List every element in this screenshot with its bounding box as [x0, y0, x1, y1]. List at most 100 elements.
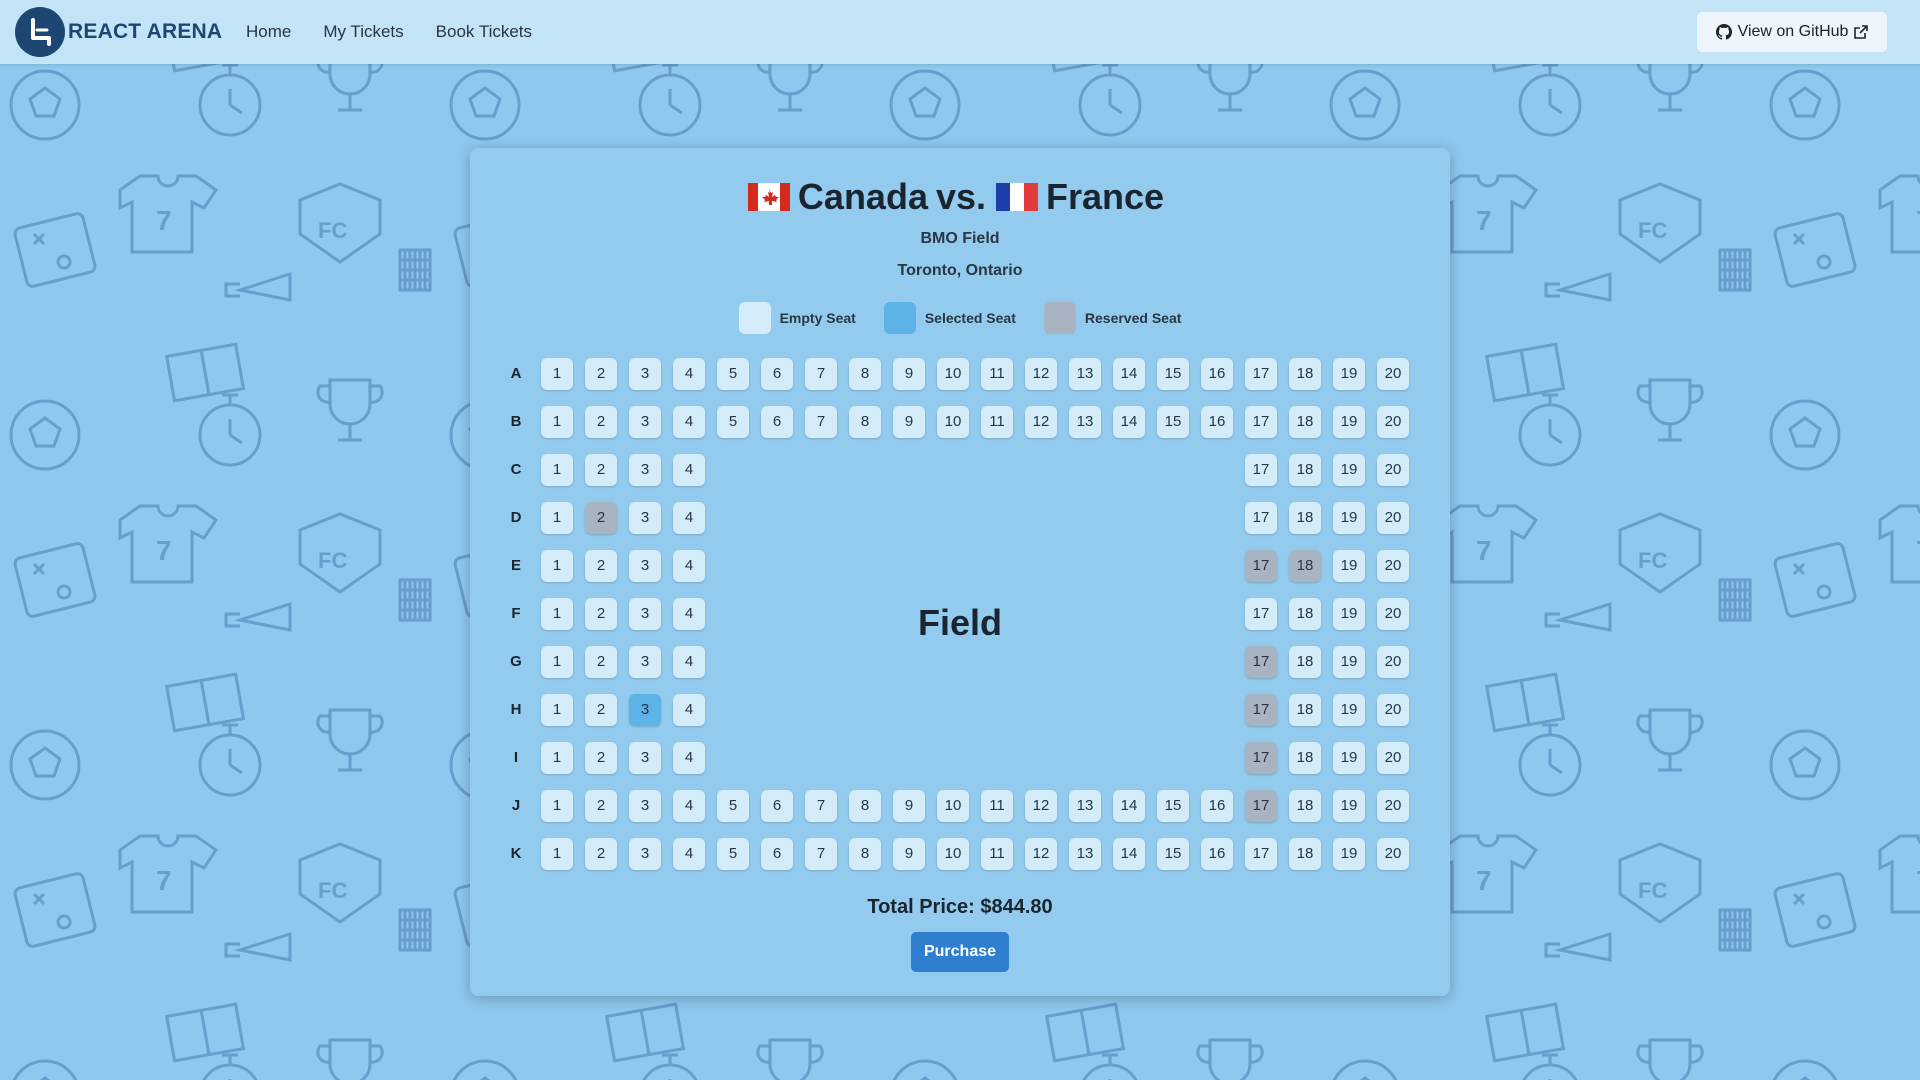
seat-I2[interactable]: 2: [585, 742, 617, 774]
seat-K1[interactable]: 1: [541, 838, 573, 870]
seat-H19[interactable]: 19: [1333, 694, 1365, 726]
seat-I18[interactable]: 18: [1289, 742, 1321, 774]
seat-K12[interactable]: 12: [1025, 838, 1057, 870]
seat-C2[interactable]: 2: [585, 454, 617, 486]
purchase-button[interactable]: Purchase: [911, 932, 1009, 972]
seat-D1[interactable]: 1: [541, 502, 573, 534]
seat-B4[interactable]: 4: [673, 406, 705, 438]
seat-K6[interactable]: 6: [761, 838, 793, 870]
seat-G1[interactable]: 1: [541, 646, 573, 678]
seat-F19[interactable]: 19: [1333, 598, 1365, 630]
seat-J12[interactable]: 12: [1025, 790, 1057, 822]
seat-G20[interactable]: 20: [1377, 646, 1409, 678]
seat-K4[interactable]: 4: [673, 838, 705, 870]
seat-K10[interactable]: 10: [937, 838, 969, 870]
seat-K13[interactable]: 13: [1069, 838, 1101, 870]
seat-J9[interactable]: 9: [893, 790, 925, 822]
seat-A9[interactable]: 9: [893, 358, 925, 390]
seat-J19[interactable]: 19: [1333, 790, 1365, 822]
seat-E20[interactable]: 20: [1377, 550, 1409, 582]
seat-C18[interactable]: 18: [1289, 454, 1321, 486]
seat-E2[interactable]: 2: [585, 550, 617, 582]
seat-J13[interactable]: 13: [1069, 790, 1101, 822]
seat-H1[interactable]: 1: [541, 694, 573, 726]
app-logo[interactable]: REACT ARENA: [15, 7, 222, 57]
seat-D20[interactable]: 20: [1377, 502, 1409, 534]
seat-C19[interactable]: 19: [1333, 454, 1365, 486]
seat-A11[interactable]: 11: [981, 358, 1013, 390]
nav-home-link[interactable]: Home: [246, 22, 291, 42]
seat-H2[interactable]: 2: [585, 694, 617, 726]
seat-A3[interactable]: 3: [629, 358, 661, 390]
seat-B17[interactable]: 17: [1245, 406, 1277, 438]
seat-J2[interactable]: 2: [585, 790, 617, 822]
seat-H4[interactable]: 4: [673, 694, 705, 726]
seat-J14[interactable]: 14: [1113, 790, 1145, 822]
seat-D18[interactable]: 18: [1289, 502, 1321, 534]
seat-J18[interactable]: 18: [1289, 790, 1321, 822]
seat-B8[interactable]: 8: [849, 406, 881, 438]
seat-K11[interactable]: 11: [981, 838, 1013, 870]
seat-J16[interactable]: 16: [1201, 790, 1233, 822]
seat-A8[interactable]: 8: [849, 358, 881, 390]
seat-I4[interactable]: 4: [673, 742, 705, 774]
seat-A17[interactable]: 17: [1245, 358, 1277, 390]
seat-B1[interactable]: 1: [541, 406, 573, 438]
nav-my-tickets-link[interactable]: My Tickets: [323, 22, 403, 42]
seat-J6[interactable]: 6: [761, 790, 793, 822]
seat-J5[interactable]: 5: [717, 790, 749, 822]
seat-C20[interactable]: 20: [1377, 454, 1409, 486]
seat-B2[interactable]: 2: [585, 406, 617, 438]
seat-F4[interactable]: 4: [673, 598, 705, 630]
seat-A7[interactable]: 7: [805, 358, 837, 390]
seat-F3[interactable]: 3: [629, 598, 661, 630]
seat-H20[interactable]: 20: [1377, 694, 1409, 726]
seat-A12[interactable]: 12: [1025, 358, 1057, 390]
seat-G2[interactable]: 2: [585, 646, 617, 678]
seat-K9[interactable]: 9: [893, 838, 925, 870]
seat-G4[interactable]: 4: [673, 646, 705, 678]
seat-E1[interactable]: 1: [541, 550, 573, 582]
seat-E4[interactable]: 4: [673, 550, 705, 582]
seat-B10[interactable]: 10: [937, 406, 969, 438]
seat-K7[interactable]: 7: [805, 838, 837, 870]
seat-A19[interactable]: 19: [1333, 358, 1365, 390]
seat-K5[interactable]: 5: [717, 838, 749, 870]
seat-F20[interactable]: 20: [1377, 598, 1409, 630]
seat-D4[interactable]: 4: [673, 502, 705, 534]
seat-B20[interactable]: 20: [1377, 406, 1409, 438]
seat-B6[interactable]: 6: [761, 406, 793, 438]
seat-K14[interactable]: 14: [1113, 838, 1145, 870]
seat-K2[interactable]: 2: [585, 838, 617, 870]
seat-I20[interactable]: 20: [1377, 742, 1409, 774]
seat-G18[interactable]: 18: [1289, 646, 1321, 678]
seat-A15[interactable]: 15: [1157, 358, 1189, 390]
seat-F17[interactable]: 17: [1245, 598, 1277, 630]
seat-K20[interactable]: 20: [1377, 838, 1409, 870]
seat-F1[interactable]: 1: [541, 598, 573, 630]
seat-C17[interactable]: 17: [1245, 454, 1277, 486]
seat-J1[interactable]: 1: [541, 790, 573, 822]
seat-J15[interactable]: 15: [1157, 790, 1189, 822]
seat-E19[interactable]: 19: [1333, 550, 1365, 582]
seat-B7[interactable]: 7: [805, 406, 837, 438]
seat-K17[interactable]: 17: [1245, 838, 1277, 870]
seat-H3[interactable]: 3: [629, 694, 661, 726]
seat-K16[interactable]: 16: [1201, 838, 1233, 870]
seat-A4[interactable]: 4: [673, 358, 705, 390]
view-on-github-button[interactable]: View on GitHub: [1697, 12, 1887, 52]
seat-B11[interactable]: 11: [981, 406, 1013, 438]
seat-A5[interactable]: 5: [717, 358, 749, 390]
seat-I3[interactable]: 3: [629, 742, 661, 774]
seat-B13[interactable]: 13: [1069, 406, 1101, 438]
seat-K19[interactable]: 19: [1333, 838, 1365, 870]
seat-B12[interactable]: 12: [1025, 406, 1057, 438]
seat-K18[interactable]: 18: [1289, 838, 1321, 870]
seat-B9[interactable]: 9: [893, 406, 925, 438]
seat-J11[interactable]: 11: [981, 790, 1013, 822]
seat-B3[interactable]: 3: [629, 406, 661, 438]
seat-A20[interactable]: 20: [1377, 358, 1409, 390]
seat-A13[interactable]: 13: [1069, 358, 1101, 390]
seat-J7[interactable]: 7: [805, 790, 837, 822]
seat-B14[interactable]: 14: [1113, 406, 1145, 438]
